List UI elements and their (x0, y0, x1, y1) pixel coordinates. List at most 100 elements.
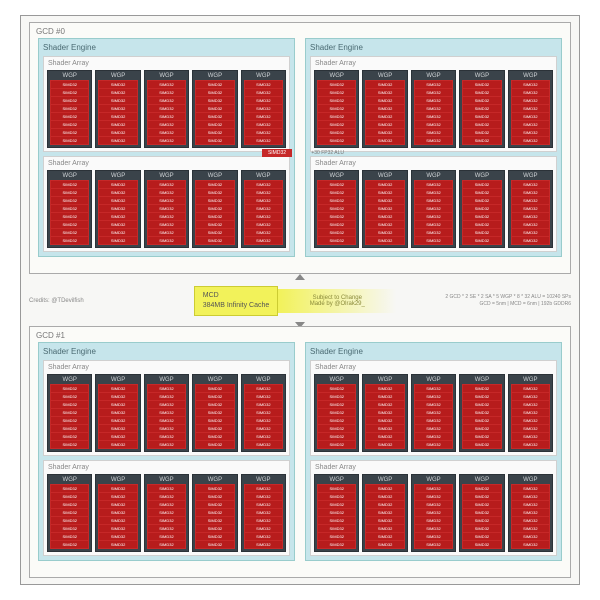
simd-cell: SIMD32 (196, 401, 233, 408)
simd-cell: SIMD32 (196, 393, 233, 400)
simd-cell: SIMD32 (318, 137, 355, 144)
wgp-label: WGP (50, 73, 89, 79)
simd-cell: SIMD32 (463, 89, 500, 96)
simd-cell: SIMD32 (51, 501, 88, 508)
wgp-label: WGP (50, 477, 89, 483)
wgp-label: WGP (511, 173, 550, 179)
wgp-label: WGP (414, 73, 453, 79)
simd-cell: SIMD32 (245, 385, 282, 392)
simd-cell: SIMD32 (463, 81, 500, 88)
simd-cell: SIMD32 (463, 181, 500, 188)
simd-cell: SIMD32 (196, 221, 233, 228)
simd-cell: SIMD32 (99, 409, 136, 416)
simd-stack: SIMD32SIMD32SIMD32SIMD32SIMD32SIMD32SIMD… (365, 80, 404, 145)
wgp-label: WGP (365, 173, 404, 179)
simd-cell: SIMD32 (196, 113, 233, 120)
shader-engine: Shader EngineShader ArrayWGPSIMD32SIMD32… (305, 38, 562, 257)
simd-cell: SIMD32 (148, 533, 185, 540)
simd-cell: SIMD32 (415, 81, 452, 88)
wgp-block: WGPSIMD32SIMD32SIMD32SIMD32SIMD32SIMD32S… (95, 70, 140, 148)
wgp-label: WGP (317, 477, 356, 483)
simd-cell: SIMD32 (415, 401, 452, 408)
wgp-label: WGP (462, 477, 501, 483)
simd-cell: SIMD32 (148, 97, 185, 104)
simd-stack: SIMD32SIMD32SIMD32SIMD32SIMD32SIMD32SIMD… (195, 384, 234, 449)
wgp-label: WGP (98, 377, 137, 383)
simd-cell: SIMD32 (415, 425, 452, 432)
simd-cell: SIMD32 (366, 425, 403, 432)
wgp-block: WGPSIMD32SIMD32SIMD32SIMD32SIMD32SIMD32S… (144, 170, 189, 248)
shader-array-label: Shader Array (47, 464, 286, 472)
simd-cell: SIMD32 (512, 441, 549, 448)
simd-cell: SIMD32 (415, 533, 452, 540)
simd-cell: SIMD32 (196, 237, 233, 244)
shader-engine: Shader EngineShader ArrayWGPSIMD32SIMD32… (38, 38, 295, 257)
wgp-block: WGPSIMD32SIMD32SIMD32SIMD32SIMD32SIMD32S… (47, 70, 92, 148)
simd-cell: SIMD32 (318, 393, 355, 400)
simd-cell: SIMD32 (415, 541, 452, 548)
simd-cell: SIMD32 (99, 425, 136, 432)
wgp-label: WGP (195, 173, 234, 179)
simd-cell: SIMD32 (99, 493, 136, 500)
simd-cell: SIMD32 (318, 189, 355, 196)
simd-cell: SIMD32 (415, 493, 452, 500)
wgp-label: WGP (462, 73, 501, 79)
simd-cell: SIMD32 (245, 525, 282, 532)
shader-array: Shader ArrayWGPSIMD32SIMD32SIMD32SIMD32S… (43, 460, 290, 556)
simd-cell: SIMD32 (512, 525, 549, 532)
simd-cell: SIMD32 (245, 501, 282, 508)
simd-cell: SIMD32 (51, 237, 88, 244)
simd-cell: SIMD32 (463, 97, 500, 104)
simd-cell: SIMD32 (99, 541, 136, 548)
simd-cell: SIMD32 (512, 81, 549, 88)
simd-cell: SIMD32 (245, 81, 282, 88)
simd-cell: SIMD32 (51, 113, 88, 120)
gcd-1-title: GCD #1 (30, 327, 570, 342)
simd-cell: SIMD32 (196, 181, 233, 188)
simd-cell: SIMD32 (99, 501, 136, 508)
simd-stack: SIMD32SIMD32SIMD32SIMD32SIMD32SIMD32SIMD… (98, 80, 137, 145)
wgp-block: WGPSIMD32SIMD32SIMD32SIMD32SIMD32SIMD32S… (411, 170, 456, 248)
wgp-label: WGP (244, 377, 283, 383)
simd-cell: SIMD32 (245, 401, 282, 408)
simd-cell: SIMD32 (245, 393, 282, 400)
simd-cell: SIMD32 (366, 541, 403, 548)
wgp-block: WGPSIMD32SIMD32SIMD32SIMD32SIMD32SIMD32S… (241, 374, 286, 452)
simd-cell: SIMD32 (512, 229, 549, 236)
simd-cell: SIMD32 (463, 417, 500, 424)
simd-cell: SIMD32 (196, 409, 233, 416)
simd-cell: SIMD32 (51, 401, 88, 408)
simd-stack: SIMD32SIMD32SIMD32SIMD32SIMD32SIMD32SIMD… (365, 180, 404, 245)
wgp-label: WGP (317, 377, 356, 383)
simd-cell: SIMD32 (318, 433, 355, 440)
simd-cell: SIMD32 (318, 533, 355, 540)
simd-cell: SIMD32 (512, 541, 549, 548)
simd-cell: SIMD32 (512, 197, 549, 204)
simd-cell: SIMD32 (463, 533, 500, 540)
simd-cell: SIMD32 (51, 417, 88, 424)
wgp-block: WGPSIMD32SIMD32SIMD32SIMD32SIMD32SIMD32S… (508, 170, 553, 248)
wgp-label: WGP (414, 477, 453, 483)
simd-cell: SIMD32 (415, 113, 452, 120)
simd-cell: SIMD32 (366, 189, 403, 196)
simd-cell: SIMD32 (245, 213, 282, 220)
simd-cell: SIMD32 (51, 81, 88, 88)
shader-array: Shader ArrayWGPSIMD32SIMD32SIMD32SIMD32S… (310, 460, 557, 556)
simd-cell: SIMD32 (148, 485, 185, 492)
gcd-0-title: GCD #0 (30, 23, 570, 38)
simd-cell: SIMD32 (366, 213, 403, 220)
simd-stack: SIMD32SIMD32SIMD32SIMD32SIMD32SIMD32SIMD… (147, 80, 186, 145)
simd-stack: SIMD32SIMD32SIMD32SIMD32SIMD32SIMD32SIMD… (414, 180, 453, 245)
simd-cell: SIMD32 (196, 433, 233, 440)
wgp-block: WGPSIMD32SIMD32SIMD32SIMD32SIMD32SIMD32S… (314, 474, 359, 552)
simd-cell: SIMD32 (463, 425, 500, 432)
simd-cell: SIMD32 (318, 485, 355, 492)
simd-cell: SIMD32 (196, 425, 233, 432)
simd-cell: SIMD32 (51, 181, 88, 188)
simd-stack: SIMD32SIMD32SIMD32SIMD32SIMD32SIMD32SIMD… (244, 484, 283, 549)
simd-stack: SIMD32SIMD32SIMD32SIMD32SIMD32SIMD32SIMD… (414, 384, 453, 449)
wgp-block: WGPSIMD32SIMD32SIMD32SIMD32SIMD32SIMD32S… (47, 170, 92, 248)
simd-cell: SIMD32 (99, 121, 136, 128)
wgp-label: WGP (98, 173, 137, 179)
simd-cell: SIMD32 (415, 509, 452, 516)
